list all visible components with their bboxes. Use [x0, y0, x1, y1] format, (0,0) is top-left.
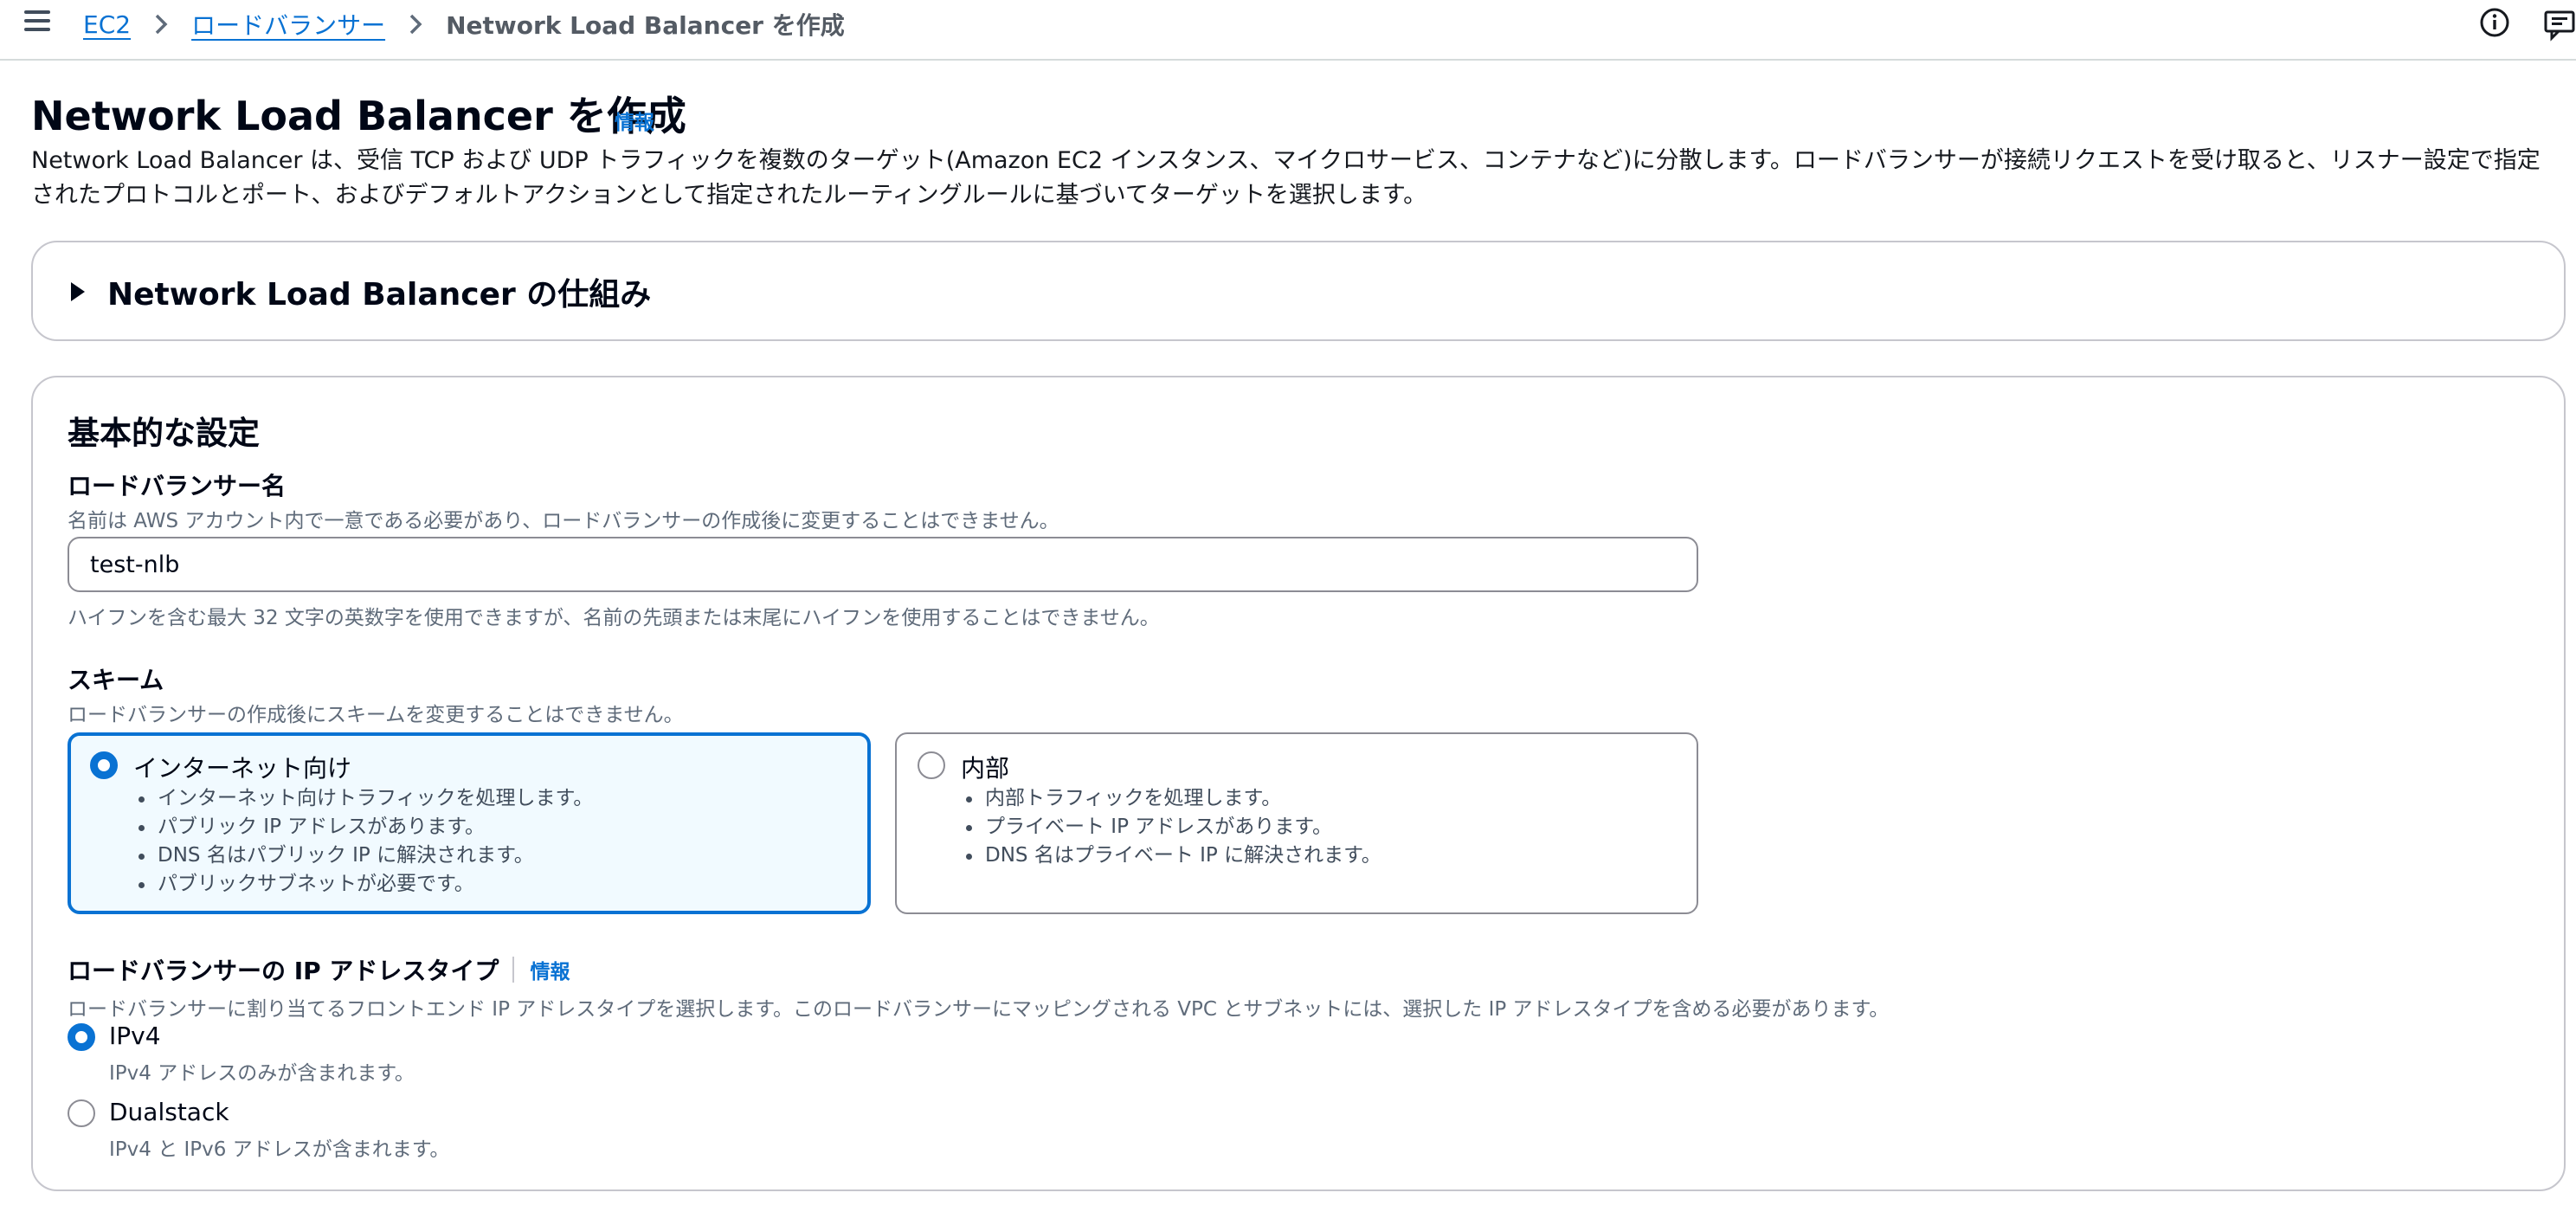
basic-settings-container: 基本的な設定 ロードバランサー名 名前は AWS アカウント内で一意である必要が… [31, 376, 2566, 1191]
scheme-internal-title: 内部 [961, 754, 1010, 783]
feedback-icon[interactable] [2543, 7, 2576, 42]
scheme-internet-facing-title: インターネット向け [133, 754, 352, 783]
top-navigation-bar: EC2 ロードバランサー Network Load Balancer を作成 [0, 0, 2576, 61]
list-item: プライベート IP アドレスがあります。 [963, 813, 1381, 841]
load-balancer-name-label: ロードバランサー名 [68, 472, 287, 500]
scheme-internet-facing-bullets: インターネット向けトラフィックを処理します。 パブリック IP アドレスがありま… [135, 784, 593, 899]
ip-address-type-label: ロードバランサーの IP アドレスタイプ [68, 957, 499, 985]
caret-right-icon [71, 282, 85, 301]
scheme-tile-internal[interactable]: 内部 内部トラフィックを処理します。 プライベート IP アドレスがあります。 … [895, 732, 1698, 914]
page-description: Network Load Balancer は、受信 TCP および UDP ト… [31, 147, 2541, 209]
load-balancer-name-constraint: ハイフンを含む最大 32 文字の英数字を使用できますが、名前の先頭または末尾にハ… [68, 607, 1160, 629]
hamburger-menu-icon[interactable] [23, 9, 52, 35]
ip-type-ipv4-radio[interactable] [68, 1023, 95, 1051]
list-item: パブリック IP アドレスがあります。 [135, 813, 593, 841]
basic-settings-title: 基本的な設定 [68, 415, 260, 452]
chevron-right-icon [408, 13, 423, 35]
scheme-internal-bullets: 内部トラフィックを処理します。 プライベート IP アドレスがあります。 DNS… [963, 784, 1381, 870]
ip-type-ipv4-label[interactable]: IPv4 [109, 1022, 161, 1050]
page-title-info-link[interactable]: 情報 [615, 106, 654, 135]
how-it-works-label: Network Load Balancer の仕組み [107, 277, 652, 313]
list-item: インターネット向けトラフィックを処理します。 [135, 784, 593, 813]
page-root: EC2 ロードバランサー Network Load Balancer を作成 N… [0, 0, 2576, 1212]
ip-type-dualstack-description: IPv4 と IPv6 アドレスが含まれます。 [109, 1138, 450, 1161]
ip-address-type-description: ロードバランサーに割り当てるフロントエンド IP アドレスタイプを選択します。こ… [68, 998, 1890, 1021]
scheme-internal-radio[interactable] [918, 751, 945, 779]
breadcrumb-ec2-link[interactable]: EC2 [83, 10, 131, 39]
ip-address-type-label-row: ロードバランサーの IP アドレスタイプ 情報 [68, 952, 570, 987]
how-it-works-toggle[interactable]: Network Load Balancer の仕組み [71, 270, 651, 313]
chevron-right-icon [153, 13, 169, 35]
load-balancer-name-input[interactable] [68, 537, 1698, 592]
page-title: Network Load Balancer を作成 [31, 93, 686, 139]
list-item: 内部トラフィックを処理します。 [963, 784, 1381, 813]
ip-type-dualstack-label[interactable]: Dualstack [109, 1098, 229, 1126]
list-item: DNS 名はパブリック IP に解決されます。 [135, 841, 593, 870]
breadcrumb: EC2 ロードバランサー Network Load Balancer を作成 [83, 5, 845, 43]
info-circle-icon[interactable] [2479, 7, 2510, 38]
ip-type-dualstack-radio[interactable] [68, 1099, 95, 1127]
breadcrumb-load-balancers-link[interactable]: ロードバランサー [191, 7, 385, 42]
breadcrumb-current-page: Network Load Balancer を作成 [446, 11, 845, 40]
scheme-internet-facing-radio[interactable] [90, 751, 118, 779]
list-item: パブリックサブネットが必要です。 [135, 870, 593, 899]
list-item: DNS 名はプライベート IP に解決されます。 [963, 841, 1381, 870]
ip-address-type-info-link[interactable]: 情報 [530, 955, 570, 984]
how-it-works-expandable-panel: Network Load Balancer の仕組み [31, 241, 2566, 341]
scheme-description: ロードバランサーの作成後にスキームを変更することはできません。 [68, 704, 684, 726]
ip-type-ipv4-description: IPv4 アドレスのみが含まれます。 [109, 1062, 415, 1085]
label-divider [512, 957, 515, 983]
load-balancer-name-description: 名前は AWS アカウント内で一意である必要があり、ロードバランサーの作成後に変… [68, 510, 1059, 532]
scheme-label: スキーム [68, 666, 164, 694]
scheme-tile-internet-facing[interactable]: インターネット向け インターネット向けトラフィックを処理します。 パブリック I… [68, 732, 871, 914]
